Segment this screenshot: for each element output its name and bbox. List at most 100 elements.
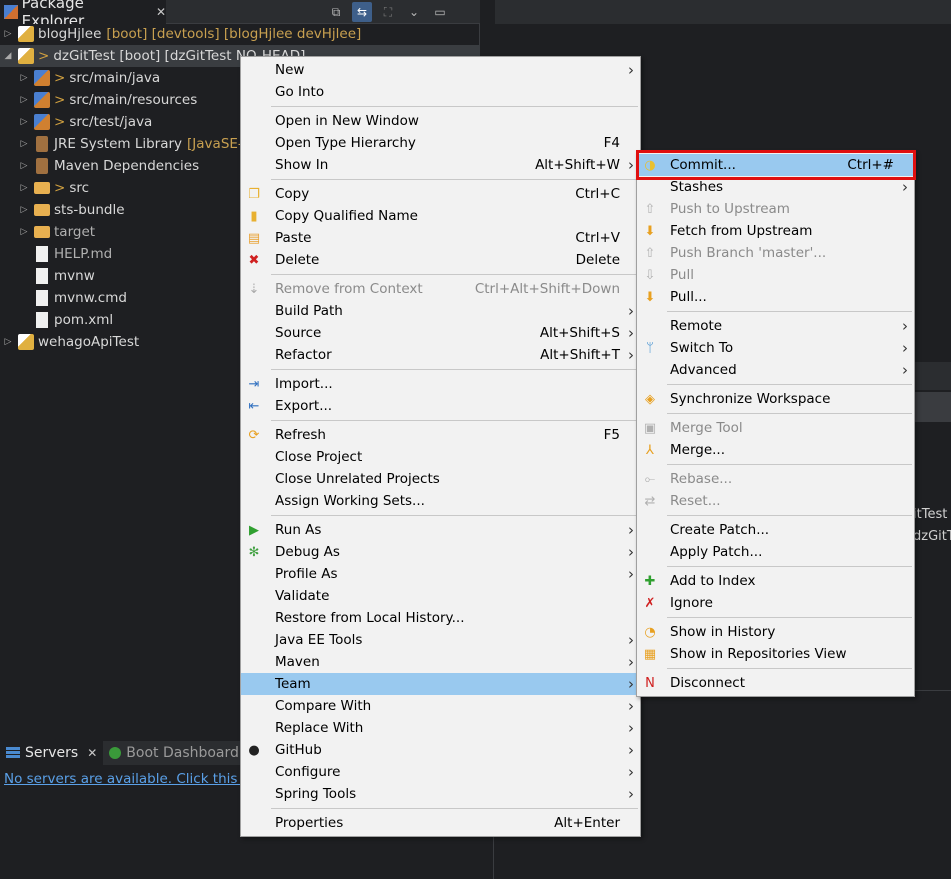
- menu-separator: [637, 665, 914, 672]
- menu-item-label: Delete: [275, 252, 320, 268]
- menu-item-properties[interactable]: Properties Alt+Enter: [241, 812, 640, 834]
- menu-item-compare-with[interactable]: Compare With ›: [241, 695, 640, 717]
- tree-item-label: src/test/java: [69, 114, 153, 130]
- menu-item-label: Build Path: [275, 303, 343, 319]
- submenu-arrow-icon: ›: [628, 785, 634, 803]
- menu-item-copy-qualified-name[interactable]: ▮ Copy Qualified Name: [241, 205, 640, 227]
- link-with-editor-icon[interactable]: ⇆: [352, 2, 372, 22]
- menu-item-advanced[interactable]: Advanced ›: [637, 359, 914, 381]
- tab-package-explorer[interactable]: Package Explorer ✕: [0, 0, 166, 30]
- submenu-arrow-icon: ›: [628, 741, 634, 759]
- menu-item-commit[interactable]: ◑ Commit... Ctrl+#: [637, 154, 914, 176]
- menu-item-label: Import...: [275, 376, 333, 392]
- menu-item-build-path[interactable]: Build Path ›: [241, 300, 640, 322]
- menu-item-shortcut: Alt+Enter: [554, 815, 620, 831]
- collapsed-arrow-icon[interactable]: ▷: [2, 337, 14, 347]
- menu-item-label: Run As: [275, 522, 322, 538]
- menu-item-run-as[interactable]: ▶ Run As ›: [241, 519, 640, 541]
- focus-icon[interactable]: ⛶: [378, 2, 398, 22]
- menu-item-label: Java EE Tools: [275, 632, 363, 648]
- tree-item-label: src/main/java: [69, 70, 161, 86]
- no-servers-link[interactable]: No servers are available. Click this lin…: [4, 771, 266, 787]
- menu-item-export[interactable]: ⇤ Export...: [241, 395, 640, 417]
- menu-item-apply-patch[interactable]: Apply Patch...: [637, 541, 914, 563]
- menu-item-label: Ignore: [670, 595, 713, 611]
- menu-item-team[interactable]: Team ›: [241, 673, 640, 695]
- menu-item-debug-as[interactable]: ✻ Debug As ›: [241, 541, 640, 563]
- menu-item-remote[interactable]: Remote ›: [637, 315, 914, 337]
- menu-item-ignore[interactable]: ✗ Ignore: [637, 592, 914, 614]
- menu-item-profile-as[interactable]: Profile As ›: [241, 563, 640, 585]
- push-icon: ⇧: [644, 201, 656, 217]
- menu-item-spring-tools[interactable]: Spring Tools ›: [241, 783, 640, 805]
- tree-item-label: target: [54, 224, 96, 240]
- tree-item-bloghjlee[interactable]: ▷ blogHjlee [boot] [devtools] [blogHjlee d…: [0, 23, 480, 45]
- menu-item-validate[interactable]: Validate: [241, 585, 640, 607]
- menu-item-show-in[interactable]: Show In Alt+Shift+W ›: [241, 154, 640, 176]
- tree-item-label: mvnw.cmd: [54, 290, 127, 306]
- tab-boot-dashboard[interactable]: Boot Dashboard: [103, 741, 245, 765]
- collapsed-arrow-icon[interactable]: ▷: [18, 117, 30, 127]
- menu-item-java-ee-tools[interactable]: Java EE Tools ›: [241, 629, 640, 651]
- menu-item-add-to-index[interactable]: ✚ Add to Index: [637, 570, 914, 592]
- collapse-all-icon[interactable]: ⧉: [326, 2, 346, 22]
- menu-item-remove-from-context: ⇣ Remove from Context Ctrl+Alt+Shift+Down: [241, 278, 640, 300]
- collapsed-arrow-icon[interactable]: ▷: [2, 29, 14, 39]
- view-menu-icon[interactable]: ⌄: [404, 2, 424, 22]
- menu-item-shortcut: Ctrl+C: [575, 186, 620, 202]
- menu-item-replace-with[interactable]: Replace With ›: [241, 717, 640, 739]
- menu-item-stashes[interactable]: Stashes ›: [637, 176, 914, 198]
- menu-item-github[interactable]: ● GitHub ›: [241, 739, 640, 761]
- menu-item-close-project[interactable]: Close Project: [241, 446, 640, 468]
- menu-item-open-type-hierarchy[interactable]: Open Type Hierarchy F4: [241, 132, 640, 154]
- submenu-arrow-icon: ›: [628, 302, 634, 320]
- collapsed-arrow-icon[interactable]: ▷: [18, 139, 30, 149]
- menu-item-close-unrelated-projects[interactable]: Close Unrelated Projects: [241, 468, 640, 490]
- close-icon[interactable]: ✕: [87, 746, 97, 760]
- menu-separator: [241, 417, 640, 424]
- menu-item-label: Apply Patch...: [670, 544, 763, 560]
- menu-item-restore-from-local-history[interactable]: Restore from Local History...: [241, 607, 640, 629]
- menu-item-go-into[interactable]: Go Into: [241, 81, 640, 103]
- menu-item-paste[interactable]: ▤ Paste Ctrl+V: [241, 227, 640, 249]
- collapsed-arrow-icon[interactable]: ▷: [18, 161, 30, 171]
- menu-item-label: Refresh: [275, 427, 326, 443]
- collapsed-arrow-icon[interactable]: ▷: [18, 95, 30, 105]
- menu-item-fetch-from-upstream[interactable]: ⬇ Fetch from Upstream: [637, 220, 914, 242]
- menu-item-copy[interactable]: ❐ Copy Ctrl+C: [241, 183, 640, 205]
- menu-item-synchronize-workspace[interactable]: ◈ Synchronize Workspace: [637, 388, 914, 410]
- menu-item-switch-to[interactable]: ᛘ Switch To ›: [637, 337, 914, 359]
- menu-item-label: Switch To: [670, 340, 734, 356]
- menu-item-open-in-new-window[interactable]: Open in New Window: [241, 110, 640, 132]
- collapsed-arrow-icon[interactable]: ▷: [18, 183, 30, 193]
- boot-dashboard-tab-label: Boot Dashboard: [126, 745, 239, 761]
- menu-item-new[interactable]: New ›: [241, 59, 640, 81]
- tree-item-label: pom.xml: [54, 312, 114, 328]
- menu-item-assign-working-sets[interactable]: Assign Working Sets...: [241, 490, 640, 512]
- expanded-arrow-icon[interactable]: ◢: [2, 51, 14, 61]
- menu-item-import[interactable]: ⇥ Import...: [241, 373, 640, 395]
- collapsed-arrow-icon[interactable]: ▷: [18, 205, 30, 215]
- menu-item-create-patch[interactable]: Create Patch...: [637, 519, 914, 541]
- collapsed-arrow-icon[interactable]: ▷: [18, 73, 30, 83]
- menu-item-source[interactable]: Source Alt+Shift+S ›: [241, 322, 640, 344]
- menu-item-pull[interactable]: ⬇ Pull...: [637, 286, 914, 308]
- close-icon[interactable]: ✕: [156, 5, 166, 19]
- menu-item-show-in-history[interactable]: ◔ Show in History: [637, 621, 914, 643]
- collapsed-arrow-icon[interactable]: ▷: [18, 227, 30, 237]
- minimize-icon[interactable]: ▭: [430, 2, 450, 22]
- dirty-marker: >: [54, 180, 66, 196]
- menu-item-disconnect[interactable]: N Disconnect: [637, 672, 914, 694]
- github-icon: ●: [248, 742, 260, 758]
- menu-item-merge[interactable]: ⅄ Merge...: [637, 439, 914, 461]
- right-fragment-1: itTest: [913, 507, 948, 522]
- menu-item-refactor[interactable]: Refactor Alt+Shift+T ›: [241, 344, 640, 366]
- menu-item-maven[interactable]: Maven ›: [241, 651, 640, 673]
- tree-item-decoration: [boot] [devtools] [blogHjlee devHjlee]: [106, 26, 362, 42]
- menu-item-refresh[interactable]: ⟳ Refresh F5: [241, 424, 640, 446]
- menu-item-delete[interactable]: ✖ Delete Delete: [241, 249, 640, 271]
- menu-item-configure[interactable]: Configure ›: [241, 761, 640, 783]
- menu-item-show-in-repositories-view[interactable]: ▦ Show in Repositories View: [637, 643, 914, 665]
- tab-servers[interactable]: Servers ✕: [0, 741, 104, 765]
- menu-item-label: Close Unrelated Projects: [275, 471, 440, 487]
